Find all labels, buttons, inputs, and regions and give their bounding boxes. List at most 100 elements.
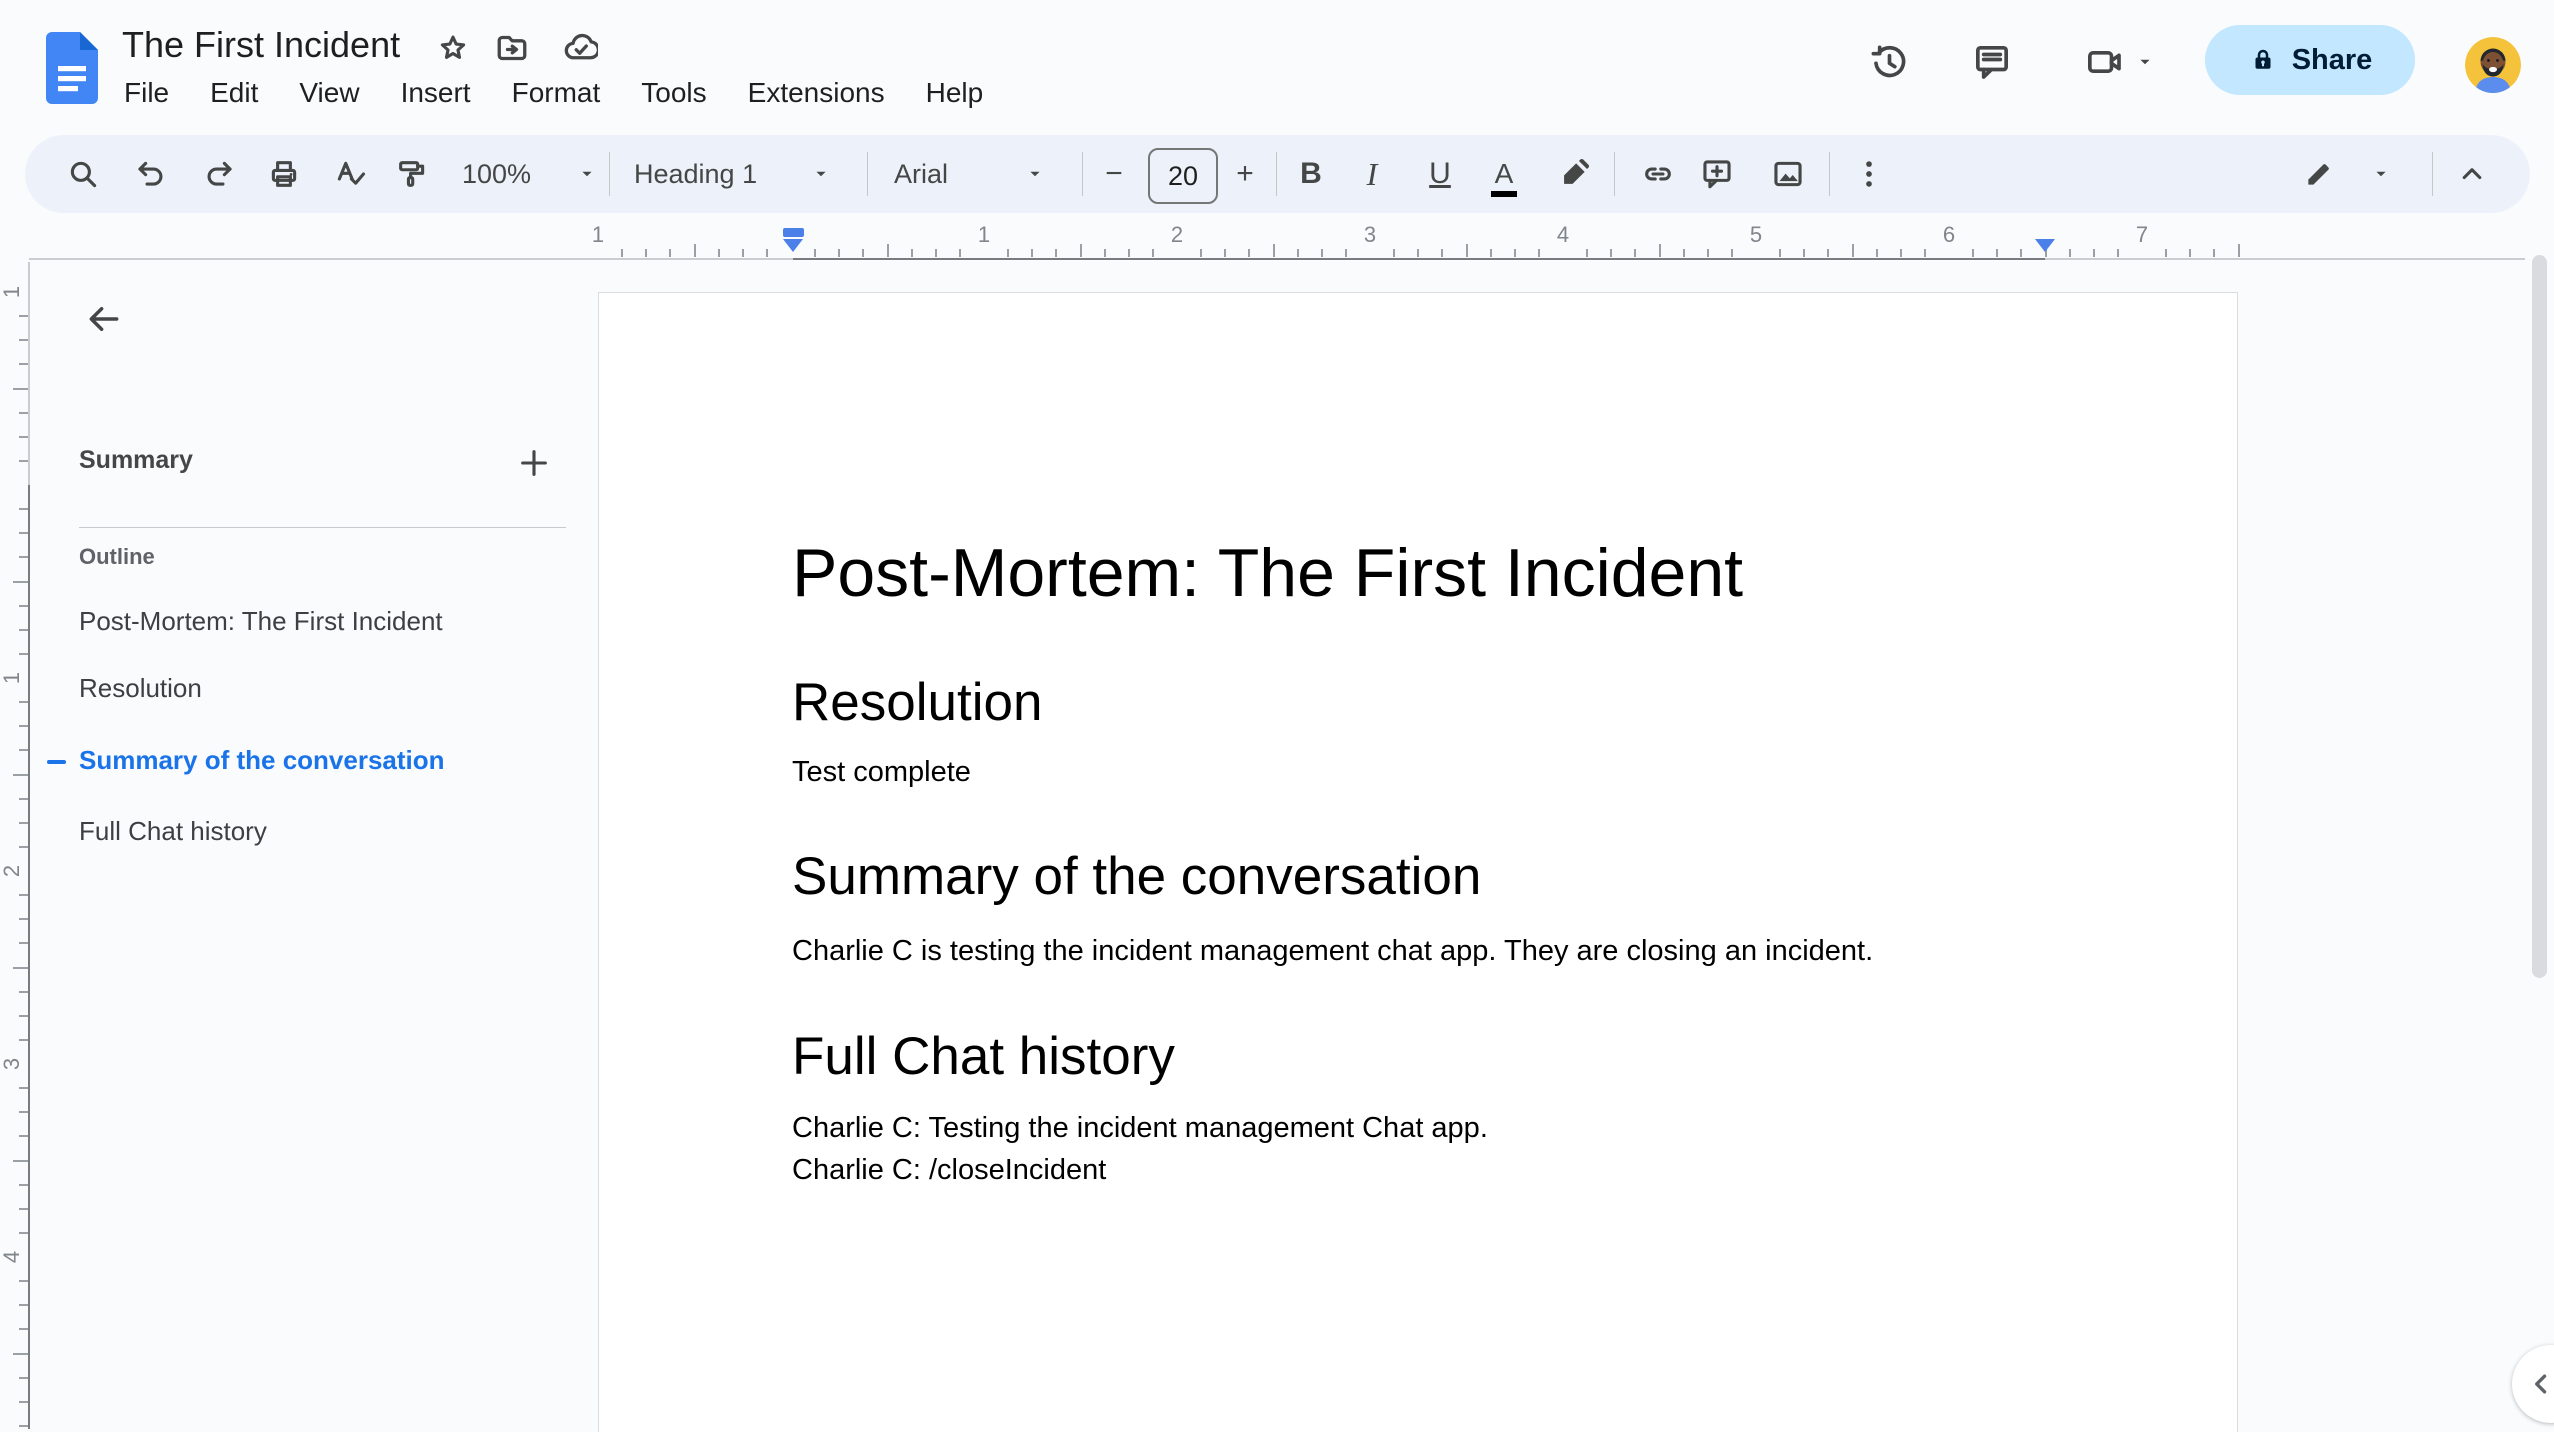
italic-button[interactable]: I (1348, 150, 1396, 198)
redo-icon (207, 161, 232, 186)
doc-paragraph-summary[interactable]: Charlie C is testing the incident manage… (792, 930, 2047, 972)
star-button[interactable] (429, 24, 477, 72)
menu-bar: File Edit View Insert Format Tools Exten… (120, 75, 987, 111)
ruler-number: 1 (591, 222, 605, 247)
kebab-menu-icon (1866, 161, 1872, 187)
video-camera-icon (2088, 51, 2121, 73)
pencil-icon (2308, 164, 2329, 185)
chevron-down-icon (816, 171, 826, 177)
cloud-saved-icon (564, 33, 598, 60)
search-menus-button[interactable] (59, 150, 107, 198)
paragraph-style-select[interactable]: Heading 1 (620, 150, 846, 198)
document-page[interactable]: Post-Mortem: The First Incident Resoluti… (598, 292, 2238, 1432)
doc-heading-summary[interactable]: Summary of the conversation (792, 847, 2047, 908)
undo-icon (138, 161, 163, 186)
menu-extensions[interactable]: Extensions (744, 75, 889, 111)
font-family-value: Arial (894, 158, 949, 189)
plus-icon (521, 450, 547, 476)
add-comment-icon (1703, 160, 1731, 189)
close-outline-button[interactable] (80, 295, 128, 343)
outline-item-resolution[interactable]: Resolution (79, 671, 202, 705)
toolbar-divider (1276, 152, 1277, 196)
menu-view[interactable]: View (295, 75, 363, 111)
plus-icon: + (1236, 157, 1254, 190)
image-icon (1774, 161, 1802, 187)
toolbar-divider (1829, 152, 1830, 196)
outline-item-summary-of-conversation[interactable]: Summary of the conversation (79, 743, 445, 777)
search-icon (70, 161, 97, 188)
toolbar-divider (1614, 152, 1615, 196)
comment-icon (1976, 46, 2008, 79)
bold-icon: B (1300, 157, 1322, 190)
spell-check-button[interactable] (326, 150, 374, 198)
chevron-down-icon (582, 171, 592, 177)
font-family-select[interactable]: Arial (880, 150, 1060, 198)
zoom-select[interactable]: 100% (450, 150, 610, 198)
menu-help[interactable]: Help (922, 75, 988, 111)
menu-tools[interactable]: Tools (637, 75, 710, 111)
paint-format-button[interactable] (388, 150, 436, 198)
doc-title-heading[interactable]: Post-Mortem: The First Incident (792, 536, 2047, 611)
print-button[interactable] (260, 150, 308, 198)
editing-mode-select[interactable] (2295, 150, 2400, 198)
account-avatar[interactable] (2465, 37, 2521, 93)
avatar-person-icon (2465, 37, 2521, 93)
google-docs-logo-icon[interactable] (46, 32, 98, 104)
more-toolbar-options-button[interactable] (1845, 150, 1893, 198)
share-button[interactable]: Share (2205, 25, 2415, 95)
vertical-scrollbar-thumb[interactable] (2532, 255, 2547, 978)
print-icon (271, 161, 297, 187)
doc-heading-chat-history[interactable]: Full Chat history (792, 1027, 2047, 1088)
join-call-button[interactable] (2070, 36, 2170, 88)
outline-item-full-chat-history[interactable]: Full Chat history (79, 814, 267, 848)
move-to-folder-button[interactable] (488, 24, 536, 72)
version-history-button[interactable] (1863, 36, 1915, 88)
menu-format[interactable]: Format (508, 75, 605, 111)
document-title[interactable]: The First Incident (122, 24, 400, 66)
font-size-input[interactable]: 20 (1148, 148, 1218, 204)
chevron-down-icon (2376, 171, 2386, 177)
undo-button[interactable] (128, 150, 176, 198)
redo-button[interactable] (194, 150, 242, 198)
add-comment-button[interactable] (1693, 150, 1741, 198)
toolbar-divider (867, 152, 868, 196)
document-status-button[interactable] (556, 24, 604, 72)
ruler-number: 1 (0, 285, 24, 299)
back-arrow-icon (89, 306, 119, 332)
doc-chat-line[interactable]: Charlie C: Testing the incident manageme… (792, 1107, 2047, 1149)
underline-button[interactable]: U (1416, 150, 1464, 198)
menu-file[interactable]: File (120, 75, 173, 111)
decrease-font-size-button[interactable]: − (1090, 150, 1138, 198)
hide-menus-button[interactable] (2448, 150, 2496, 198)
chevron-down-icon (1030, 171, 1040, 177)
right-indent-marker[interactable] (2035, 239, 2055, 252)
text-color-button[interactable]: A (1480, 150, 1528, 198)
add-summary-button[interactable] (510, 439, 558, 487)
first-line-indent-marker[interactable] (783, 228, 804, 237)
outline-item-post-mortem[interactable]: Post-Mortem: The First Incident (79, 604, 443, 638)
increase-font-size-button[interactable]: + (1221, 150, 1269, 198)
history-icon (1871, 45, 1906, 78)
ruler-number: 2 (0, 864, 24, 878)
summary-section-label: Summary (79, 446, 193, 474)
ruler-number: 7 (2135, 222, 2149, 247)
show-side-panel-button[interactable] (2512, 1345, 2554, 1423)
paint-roller-icon (399, 161, 425, 187)
menu-insert[interactable]: Insert (397, 75, 475, 111)
minus-icon: − (1105, 157, 1123, 190)
outline-section-label: Outline (79, 544, 155, 569)
spellcheck-icon (337, 161, 366, 185)
doc-heading-resolution[interactable]: Resolution (792, 673, 2047, 734)
active-outline-indicator (47, 760, 66, 764)
doc-paragraph-resolution[interactable]: Test complete (792, 751, 2047, 793)
doc-chat-line[interactable]: Charlie C: /closeIncident (792, 1149, 2047, 1191)
menu-edit[interactable]: Edit (206, 75, 262, 111)
underline-icon: U (1429, 157, 1451, 190)
left-indent-marker[interactable] (783, 239, 803, 252)
insert-image-button[interactable] (1764, 150, 1812, 198)
bold-button[interactable]: B (1287, 150, 1335, 198)
show-comments-button[interactable] (1966, 36, 2018, 88)
highlight-color-button[interactable] (1550, 150, 1598, 198)
insert-link-button[interactable] (1634, 150, 1682, 198)
ruler-number: 4 (1556, 222, 1570, 247)
